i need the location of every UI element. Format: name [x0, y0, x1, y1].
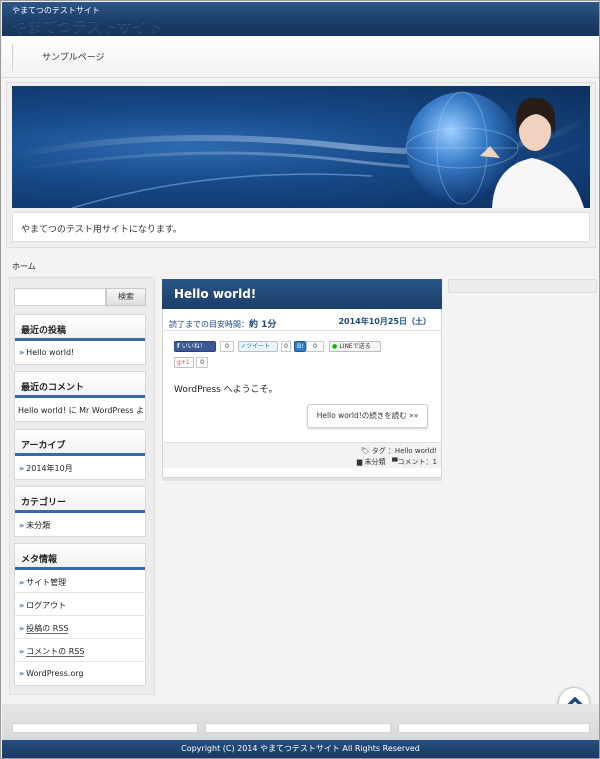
chevron-right-icon: » — [19, 601, 25, 610]
footer-copyright: Copyright (C) 2014 やまてつテストサイト All Rights… — [2, 740, 599, 758]
site-description-box: やまてつのテスト用サイトになります。 — [12, 212, 590, 242]
post-divider — [162, 478, 442, 481]
page: やまてつのテストサイト やまてつテストサイト サンプルページ やまてつのテスト用… — [0, 0, 600, 759]
read-more-button[interactable]: Hello world!の続きを読む »» — [307, 404, 428, 428]
hatena-button[interactable]: B! — [294, 341, 306, 352]
tag-icon: 🏷 — [360, 447, 370, 455]
list-item[interactable]: » WordPress.org — [15, 662, 145, 685]
breadcrumb[interactable]: ホーム — [12, 261, 36, 272]
site-logo[interactable]: やまてつテストサイト — [12, 15, 162, 36]
footer-widget-1 — [12, 723, 198, 733]
main-nav: サンプルページ — [2, 36, 599, 78]
hatena-count: 0 — [306, 341, 324, 352]
post-title[interactable]: Hello world! — [162, 279, 442, 309]
tweet-count: 0 — [281, 341, 291, 352]
gplus-icon: g+1 — [177, 359, 190, 366]
site-description: やまてつのテスト用サイトになります。 — [21, 225, 182, 235]
post-footer: 🏷 タグ ：Hello world! ▆ 未分類 ▀コメント：1 — [163, 442, 441, 468]
gplus-count: 0 — [196, 357, 208, 368]
list-item[interactable]: » サイト管理 — [15, 570, 145, 593]
hatena-icon: B! — [297, 343, 304, 350]
line-share-button[interactable]: ● LINEで送る — [329, 341, 381, 352]
chevron-right-icon: » — [19, 647, 25, 656]
facebook-count: 0 — [220, 341, 234, 352]
list-item[interactable]: » 未分類 — [15, 513, 145, 536]
widget-title: カテゴリー — [15, 487, 145, 513]
nav-divider — [12, 44, 13, 70]
gplus-button[interactable]: g+1 — [174, 357, 194, 368]
widget-archives: アーカイブ » 2014年10月 — [14, 429, 146, 480]
widget-categories: カテゴリー » 未分類 — [14, 486, 146, 537]
list-item[interactable]: » 2014年10月 — [15, 456, 145, 479]
nav-item-sample-page[interactable]: サンプルページ — [42, 50, 105, 63]
widget-title: 最近の投稿 — [15, 315, 145, 341]
search-button[interactable]: 検索 — [106, 288, 146, 306]
footer-widget-2 — [205, 723, 391, 733]
search-input[interactable] — [14, 288, 106, 306]
chevron-right-icon: » — [19, 348, 25, 357]
post-content: WordPress へようこそ。 — [174, 385, 278, 395]
header-banner — [12, 86, 590, 208]
footer-widget-3 — [398, 723, 590, 733]
chevron-right-icon: » — [19, 521, 25, 530]
list-item[interactable]: » Hello world! — [15, 341, 145, 364]
post-category-comments: ▆ 未分類 ▀コメント：1 — [356, 458, 437, 466]
widget-recent-posts: 最近の投稿 » Hello world! — [14, 314, 146, 365]
list-item[interactable]: » コメントの RSS — [15, 639, 145, 662]
widget-title: 最近のコメント — [15, 372, 145, 398]
list-item[interactable]: » 投稿の RSS — [15, 616, 145, 639]
site-header: やまてつのテストサイト やまてつテストサイト — [2, 2, 599, 36]
widget-title: アーカイブ — [15, 430, 145, 456]
widget-title: メタ情報 — [15, 544, 145, 570]
tweet-button[interactable]: ✔ツイート — [238, 341, 278, 352]
post-meta: 読了までの目安時間：約 1分 2014年10月25日（土） — [163, 309, 441, 331]
widget-recent-comments: 最近のコメント Hello world! に Mr WordPress より — [14, 371, 146, 422]
folder-icon: ▆ — [356, 458, 363, 466]
footer-widgets — [2, 704, 599, 740]
right-column-placeholder — [448, 279, 597, 293]
banner-image — [12, 91, 590, 208]
post-tags: 🏷 タグ ：Hello world! — [360, 447, 437, 455]
chevron-right-icon: » — [19, 669, 25, 678]
reading-time: 読了までの目安時間：約 1分 — [169, 320, 277, 330]
list-item[interactable]: » ログアウト — [15, 593, 145, 616]
post-date: 2014年10月25日（土） — [338, 317, 431, 326]
widget-meta: メタ情報 » サイト管理 » ログアウト » 投稿の RSS » コメントの RSS »… — [14, 543, 146, 686]
chevron-right-icon: » — [19, 624, 25, 633]
chevron-right-icon: » — [19, 578, 25, 587]
chevron-right-icon: » — [19, 464, 25, 473]
facebook-like-button[interactable]: f いいね！ — [174, 341, 216, 352]
list-item[interactable]: Hello world! に Mr WordPress より — [15, 398, 145, 421]
